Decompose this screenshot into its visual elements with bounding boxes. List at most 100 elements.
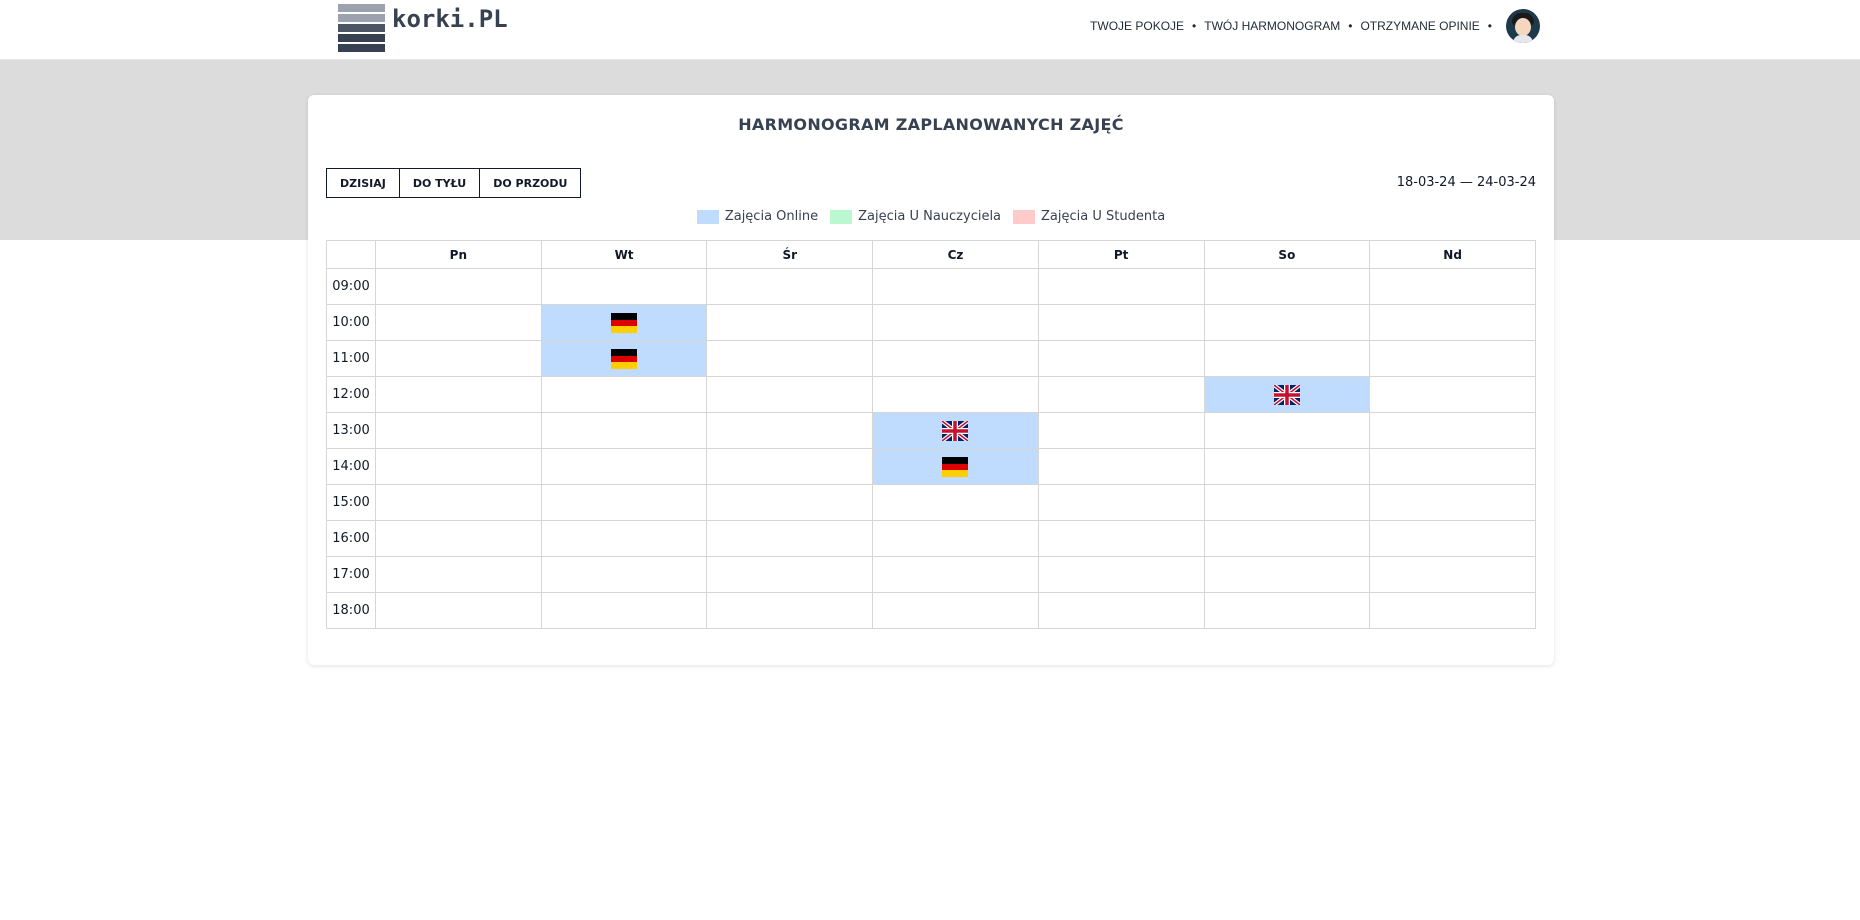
lesson-slot[interactable] [540, 340, 708, 377]
hour-row: 15:00 [326, 484, 1536, 521]
empty-slot[interactable] [1037, 340, 1205, 377]
empty-slot[interactable] [1369, 484, 1536, 521]
nav-link-rooms[interactable]: TWOJE POKOJE [1090, 19, 1184, 33]
empty-slot[interactable] [375, 484, 542, 521]
empty-slot[interactable] [1037, 484, 1205, 521]
empty-slot[interactable] [1037, 304, 1205, 341]
empty-slot[interactable] [706, 556, 874, 593]
schedule-grid: Pn Wt Śr Cz Pt So Nd 09:00 10:00 11:00 12:00 13:00… [326, 240, 1536, 629]
empty-slot[interactable] [1369, 304, 1536, 341]
empty-slot[interactable] [872, 268, 1039, 305]
empty-slot[interactable] [706, 520, 874, 557]
empty-slot[interactable] [1203, 340, 1371, 377]
empty-slot[interactable] [1037, 376, 1205, 413]
empty-slot[interactable] [540, 484, 708, 521]
empty-slot[interactable] [1037, 448, 1205, 485]
germany-flag-icon [611, 348, 638, 369]
empty-slot[interactable] [1037, 556, 1205, 593]
hour-label: 12:00 [326, 376, 376, 413]
hour-label: 16:00 [326, 520, 376, 557]
day-header: Pn [375, 240, 542, 269]
hour-row: 13:00 [326, 412, 1536, 449]
empty-slot[interactable] [540, 268, 708, 305]
empty-slot[interactable] [1203, 592, 1371, 629]
empty-slot[interactable] [375, 340, 542, 377]
empty-slot[interactable] [872, 520, 1039, 557]
hour-row: 14:00 [326, 448, 1536, 485]
previous-week-button[interactable]: DO TYŁU [399, 169, 481, 197]
empty-slot[interactable] [1037, 268, 1205, 305]
lesson-slot[interactable] [540, 304, 708, 341]
empty-slot[interactable] [706, 304, 874, 341]
empty-slot[interactable] [540, 556, 708, 593]
empty-slot[interactable] [706, 340, 874, 377]
hour-label: 14:00 [326, 448, 376, 485]
lesson-slot[interactable] [872, 412, 1039, 449]
logo[interactable]: korki.PL [338, 4, 508, 52]
legend: Zajęcia Online Zajęcia U Nauczyciela Zaj… [308, 209, 1554, 224]
empty-slot[interactable] [1037, 520, 1205, 557]
hour-label: 10:00 [326, 304, 376, 341]
nav-link-reviews[interactable]: OTRZYMANE OPINIE [1360, 19, 1479, 33]
empty-slot[interactable] [706, 412, 874, 449]
next-week-button[interactable]: DO PRZODU [480, 169, 581, 197]
empty-slot[interactable] [375, 592, 542, 629]
user-avatar[interactable] [1506, 9, 1540, 43]
date-range: 18-03-24 — 24-03-24 [1396, 175, 1536, 190]
empty-slot[interactable] [872, 340, 1039, 377]
empty-slot[interactable] [1203, 268, 1371, 305]
empty-slot[interactable] [1037, 412, 1205, 449]
empty-slot[interactable] [540, 592, 708, 629]
lesson-slot[interactable] [872, 448, 1039, 485]
lesson-slot[interactable] [1203, 376, 1371, 413]
empty-slot[interactable] [375, 268, 542, 305]
hour-row: 09:00 [326, 268, 1536, 305]
empty-slot[interactable] [872, 592, 1039, 629]
germany-flag-icon [611, 312, 638, 333]
empty-slot[interactable] [540, 412, 708, 449]
empty-slot[interactable] [540, 376, 708, 413]
empty-slot[interactable] [706, 592, 874, 629]
empty-slot[interactable] [1203, 556, 1371, 593]
empty-slot[interactable] [1037, 592, 1205, 629]
empty-slot[interactable] [540, 520, 708, 557]
empty-slot[interactable] [872, 304, 1039, 341]
navigation-button-group: DZISIAJ DO TYŁU DO PRZODU [326, 168, 582, 198]
empty-slot[interactable] [375, 304, 542, 341]
empty-slot[interactable] [1369, 412, 1536, 449]
empty-slot[interactable] [1369, 556, 1536, 593]
empty-slot[interactable] [375, 376, 542, 413]
empty-slot[interactable] [1203, 304, 1371, 341]
empty-slot[interactable] [540, 448, 708, 485]
empty-slot[interactable] [706, 376, 874, 413]
day-header: Pt [1037, 240, 1205, 269]
empty-slot[interactable] [1369, 592, 1536, 629]
nav-link-schedule[interactable]: TWÓJ HARMONOGRAM [1204, 19, 1340, 33]
empty-slot[interactable] [1369, 448, 1536, 485]
empty-slot[interactable] [1369, 520, 1536, 557]
empty-slot[interactable] [872, 484, 1039, 521]
empty-slot[interactable] [1369, 340, 1536, 377]
empty-slot[interactable] [1369, 376, 1536, 413]
main-nav: TWOJE POKOJE • TWÓJ HARMONOGRAM • OTRZYM… [1090, 8, 1540, 44]
empty-slot[interactable] [1203, 520, 1371, 557]
legend-item-student: Zajęcia U Studenta [1013, 209, 1165, 224]
empty-slot[interactable] [1203, 448, 1371, 485]
empty-slot[interactable] [872, 556, 1039, 593]
empty-slot[interactable] [1203, 412, 1371, 449]
empty-slot[interactable] [375, 412, 542, 449]
hour-label: 15:00 [326, 484, 376, 521]
hour-row: 16:00 [326, 520, 1536, 557]
empty-slot[interactable] [872, 376, 1039, 413]
empty-slot[interactable] [706, 484, 874, 521]
grid-header-row: Pn Wt Śr Cz Pt So Nd [326, 240, 1536, 269]
empty-slot[interactable] [375, 520, 542, 557]
empty-slot[interactable] [1369, 268, 1536, 305]
empty-slot[interactable] [375, 448, 542, 485]
hour-row: 11:00 [326, 340, 1536, 377]
today-button[interactable]: DZISIAJ [327, 169, 400, 197]
empty-slot[interactable] [1203, 484, 1371, 521]
empty-slot[interactable] [706, 268, 874, 305]
empty-slot[interactable] [706, 448, 874, 485]
empty-slot[interactable] [375, 556, 542, 593]
